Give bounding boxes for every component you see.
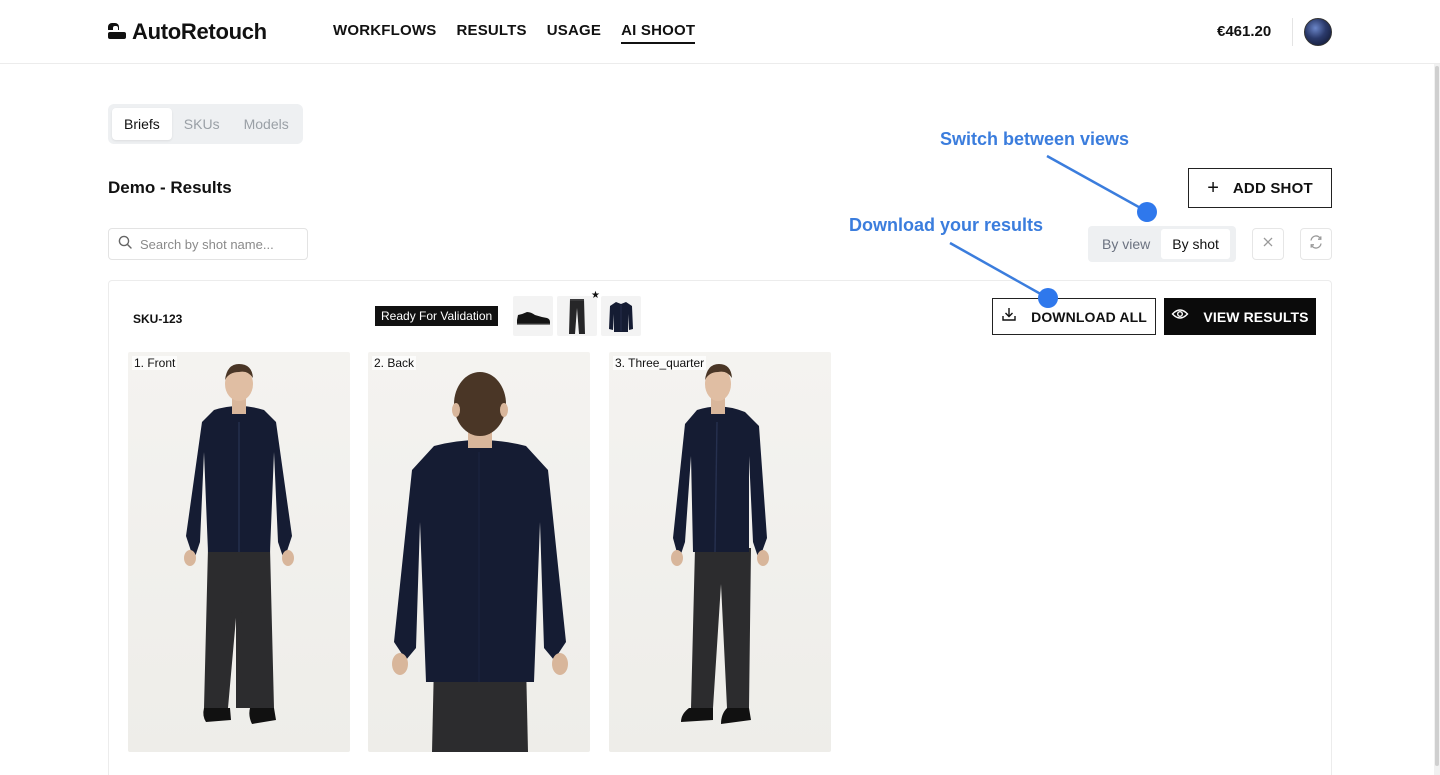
nav-ai-shoot[interactable]: AI SHOOT xyxy=(621,22,696,44)
result-image-back[interactable]: 2. Back xyxy=(368,352,590,752)
brand-logo[interactable]: AutoRetouch xyxy=(108,19,267,45)
view-label-front: 1. Front xyxy=(132,356,178,370)
model-three-quarter-image xyxy=(671,364,769,724)
tab-models[interactable]: Models xyxy=(232,108,301,140)
view-label-back: 2. Back xyxy=(372,356,417,370)
user-avatar[interactable] xyxy=(1304,18,1332,46)
add-shot-button[interactable]: + ADD SHOT xyxy=(1188,168,1332,208)
refresh-icon xyxy=(1308,234,1324,255)
trousers-thumbnail[interactable] xyxy=(557,296,597,336)
model-front-image xyxy=(184,364,294,724)
eye-icon xyxy=(1171,307,1189,326)
close-icon xyxy=(1262,235,1274,253)
page-title: Demo - Results xyxy=(108,178,232,197)
header-divider xyxy=(1292,18,1293,46)
download-icon xyxy=(1001,306,1017,327)
nav-results[interactable]: RESULTS xyxy=(456,22,526,44)
top-bar: AutoRetouch WORKFLOWS RESULTS USAGE AI S… xyxy=(0,0,1440,64)
plus-icon: + xyxy=(1207,177,1219,199)
annotation-dot-switch-views xyxy=(1137,202,1157,222)
view-results-button[interactable]: VIEW RESULTS xyxy=(1164,298,1316,335)
download-all-label: DOWNLOAD ALL xyxy=(1031,308,1147,325)
add-shot-label: ADD SHOT xyxy=(1232,179,1313,197)
scrollbar-thumb[interactable] xyxy=(1435,66,1439,766)
view-toggle: By view By shot xyxy=(1088,226,1236,262)
annotation-download-results: Download your results xyxy=(849,215,1044,235)
view-results-label: VIEW RESULTS xyxy=(1203,308,1309,325)
tab-skus[interactable]: SKUs xyxy=(172,108,232,140)
refresh-button[interactable] xyxy=(1300,228,1332,260)
nav-workflows[interactable]: WORKFLOWS xyxy=(333,22,436,44)
annotation-arrow-switch-views xyxy=(1046,154,1147,213)
result-image-three-quarter[interactable]: 3. Three_quarter xyxy=(609,352,831,752)
result-image-front[interactable]: 1. Front xyxy=(128,352,350,752)
featured-star-icon: ★ xyxy=(591,290,600,301)
nav-usage[interactable]: USAGE xyxy=(547,22,601,44)
view-toggle-by-shot[interactable]: By shot xyxy=(1161,229,1230,259)
view-toggle-by-view[interactable]: By view xyxy=(1091,229,1161,259)
autoretouch-logo-icon xyxy=(108,23,126,41)
account-balance: €461.20 xyxy=(1217,23,1272,40)
search-box xyxy=(108,228,308,260)
clear-button[interactable] xyxy=(1252,228,1284,260)
main-nav: WORKFLOWS RESULTS USAGE AI SHOOT xyxy=(333,22,696,44)
search-input[interactable] xyxy=(140,236,300,252)
shoe-thumbnail[interactable] xyxy=(513,296,553,336)
sku-label: SKU-123 xyxy=(133,312,183,326)
status-badge: Ready For Validation xyxy=(375,306,499,326)
download-all-button[interactable]: DOWNLOAD ALL xyxy=(992,298,1156,335)
model-back-image xyxy=(392,372,568,752)
brand-name: AutoRetouch xyxy=(132,19,267,44)
view-label-three-quarter: 3. Three_quarter xyxy=(613,356,707,370)
search-icon xyxy=(118,235,132,254)
annotation-switch-views: Switch between views xyxy=(940,129,1130,149)
tab-briefs[interactable]: Briefs xyxy=(112,108,172,140)
section-tabs: Briefs SKUs Models xyxy=(108,104,303,144)
shirt-thumbnail[interactable] xyxy=(601,296,641,336)
